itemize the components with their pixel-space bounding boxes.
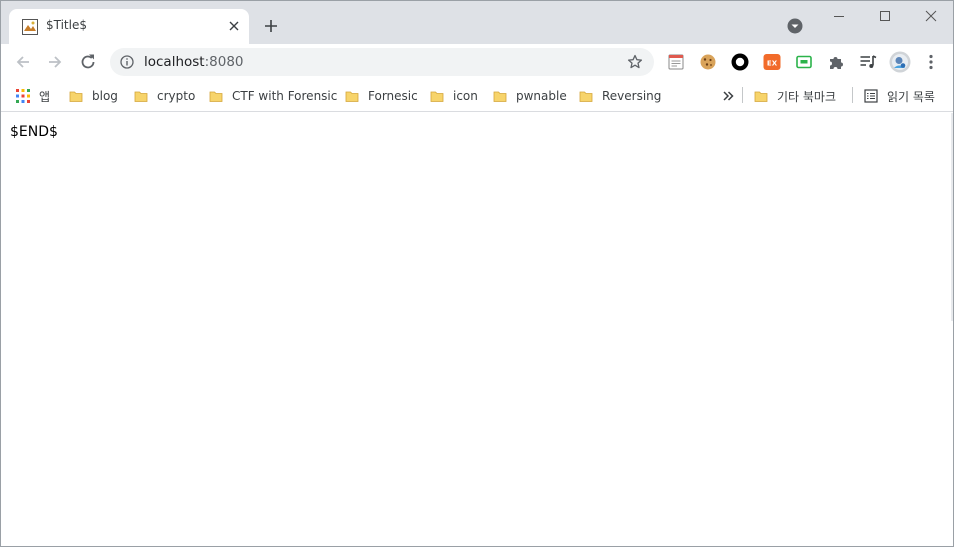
browser-window: $Title$ localhost:8080 EX 앱 blog crypto … bbox=[0, 0, 954, 547]
reading-list-icon bbox=[864, 89, 878, 103]
bookmark-folder-ctf-with-forensic[interactable]: CTF with Forensic bbox=[209, 86, 337, 106]
bookmark-separator bbox=[852, 87, 853, 103]
folder-icon bbox=[209, 91, 223, 102]
cookie-icon[interactable] bbox=[699, 53, 717, 71]
address-bar[interactable]: localhost:8080 bbox=[110, 48, 654, 76]
folder-icon bbox=[345, 91, 359, 102]
bookmark-label: 기타 북마크 bbox=[777, 89, 837, 104]
url-port: :8080 bbox=[204, 54, 244, 70]
new-tab-icon[interactable] bbox=[263, 18, 279, 34]
url-text[interactable]: localhost:8080 bbox=[144, 54, 244, 70]
notes-icon[interactable] bbox=[667, 53, 685, 71]
ex-icon-label: EX bbox=[767, 60, 778, 68]
maximize-icon bbox=[880, 11, 890, 21]
tab-title: $Title$ bbox=[46, 18, 87, 32]
bookmarks-bar: 앱 blog crypto CTF with Forensic Fornesic… bbox=[1, 80, 953, 112]
ex-icon[interactable]: EX bbox=[763, 53, 781, 71]
active-tab[interactable]: $Title$ bbox=[9, 9, 249, 44]
bookmark-folder-crypto[interactable]: crypto bbox=[134, 86, 195, 106]
folder-icon bbox=[493, 91, 507, 102]
bookmark-label: crypto bbox=[157, 89, 196, 103]
bookmark-label: 앱 bbox=[39, 89, 51, 104]
bookmark-apps[interactable]: 앱 bbox=[16, 86, 50, 106]
bookmark-label: 읽기 목록 bbox=[887, 89, 935, 104]
bookmark-label: CTF with Forensic bbox=[232, 89, 338, 103]
toolbar: localhost:8080 EX bbox=[1, 44, 953, 80]
bookmark-label: icon bbox=[453, 89, 478, 103]
close-icon bbox=[925, 10, 937, 22]
tab-strip: $Title$ bbox=[1, 1, 953, 44]
minimize-button[interactable] bbox=[816, 1, 862, 31]
bookmark-folder-blog[interactable]: blog bbox=[69, 86, 118, 106]
maximize-button[interactable] bbox=[862, 1, 908, 31]
bookmark-folder-reversing[interactable]: Reversing bbox=[579, 86, 661, 106]
avatar[interactable] bbox=[889, 51, 911, 73]
screen-icon[interactable] bbox=[795, 53, 813, 71]
bookmark-star-icon[interactable] bbox=[627, 54, 643, 70]
close-window-button[interactable] bbox=[908, 1, 953, 31]
bookmark-label: pwnable bbox=[516, 89, 567, 103]
bookmark-folder-pwnable[interactable]: pwnable bbox=[493, 86, 567, 106]
bookmark-label: Reversing bbox=[602, 89, 662, 103]
tab-search-icon[interactable] bbox=[787, 18, 803, 34]
folder-icon bbox=[69, 91, 83, 102]
chevron-double-right-icon[interactable] bbox=[722, 90, 734, 102]
url-host: localhost bbox=[144, 54, 205, 70]
puzzle-icon[interactable] bbox=[827, 53, 845, 71]
media-icon[interactable] bbox=[859, 53, 877, 71]
bookmark-folder-icon[interactable]: icon bbox=[430, 86, 478, 106]
bookmark-label: blog bbox=[92, 89, 118, 103]
bookmark-folder-fornesic[interactable]: Fornesic bbox=[345, 86, 418, 106]
folder-icon bbox=[430, 91, 444, 102]
scrollbar[interactable] bbox=[951, 113, 953, 321]
minimize-icon bbox=[834, 16, 844, 17]
menu-kebab-icon[interactable] bbox=[923, 53, 939, 71]
bookmark-separator bbox=[742, 87, 743, 103]
apps-grid-icon bbox=[16, 89, 30, 103]
site-info-icon[interactable] bbox=[120, 55, 134, 69]
folder-icon bbox=[579, 91, 593, 102]
close-tab-icon[interactable] bbox=[227, 19, 241, 33]
reading-list-button[interactable]: 읽기 목록 bbox=[864, 86, 935, 106]
page-favicon-icon bbox=[22, 19, 38, 35]
back-arrow-icon[interactable] bbox=[13, 52, 33, 72]
page-content: $END$ bbox=[1, 113, 953, 546]
ring-icon[interactable] bbox=[731, 53, 749, 71]
bookmark-folder-other[interactable]: 기타 북마크 bbox=[754, 86, 836, 106]
folder-icon bbox=[754, 91, 768, 102]
reload-icon[interactable] bbox=[78, 52, 98, 72]
page-body-text: $END$ bbox=[10, 124, 58, 140]
folder-icon bbox=[134, 91, 148, 102]
forward-arrow-icon[interactable] bbox=[45, 52, 65, 72]
bookmark-label: Fornesic bbox=[368, 89, 418, 103]
